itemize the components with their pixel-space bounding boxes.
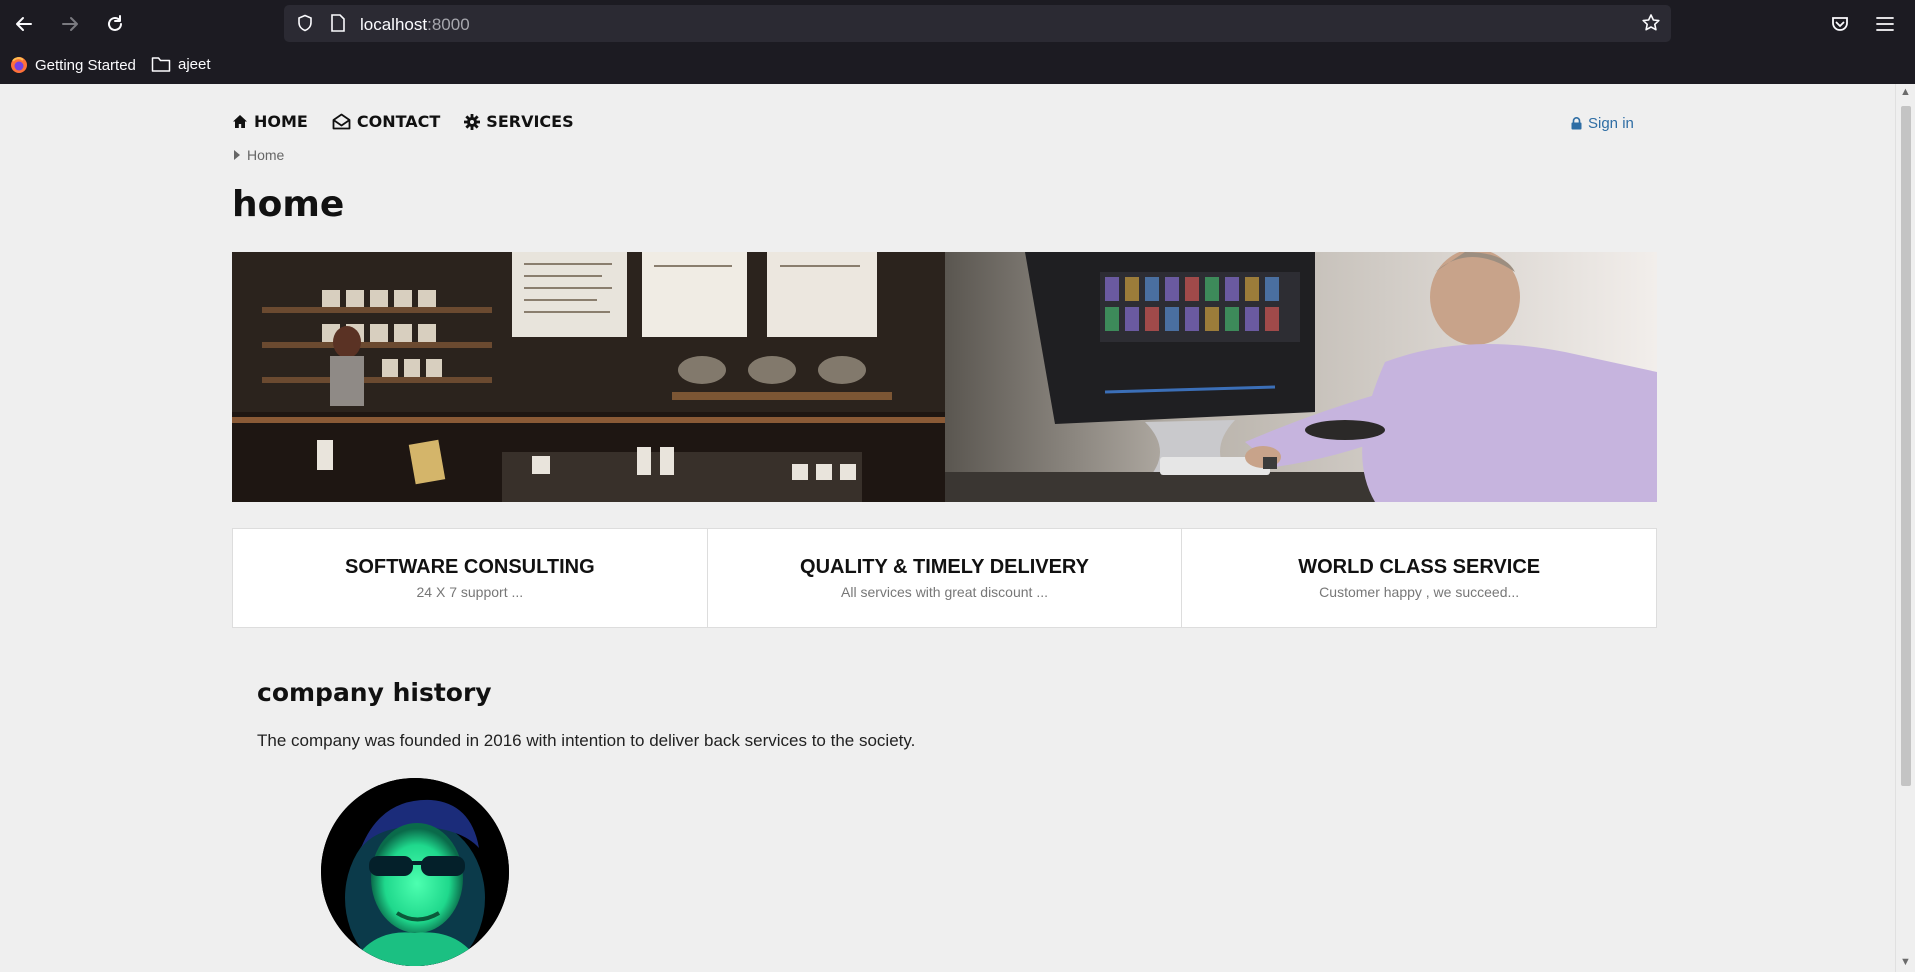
feature-title: SOFTWARE CONSULTING (345, 556, 595, 578)
feature-subtitle: Customer happy , we succeed... (1319, 584, 1520, 600)
page-viewport: HOME CONTACT SERVICES Sign in Home home … (0, 84, 1895, 972)
arrow-left-icon (16, 17, 32, 31)
feature-subtitle: All services with great discount ... (841, 584, 1048, 600)
star-icon[interactable] (1641, 13, 1661, 33)
scroll-thumb[interactable] (1901, 106, 1911, 786)
pocket-icon (1832, 17, 1848, 31)
back-button[interactable] (8, 8, 40, 40)
nav-label: HOME (254, 112, 308, 131)
bookmark-label: ajeet (178, 56, 211, 73)
firefox-icon (11, 57, 27, 73)
hamburger-icon (1876, 17, 1894, 31)
shield-icon[interactable] (296, 14, 314, 32)
url-host: localhost (360, 15, 428, 34)
nav-label: CONTACT (356, 112, 441, 131)
feature-subtitle: 24 X 7 support ... (416, 584, 524, 600)
avatar (321, 778, 509, 966)
arrow-right-icon (62, 17, 78, 31)
lock-icon (1571, 117, 1582, 130)
feature-title: QUALITY & TIMELY DELIVERY (800, 556, 1089, 578)
url-text[interactable]: localhost:8000 (360, 15, 470, 35)
features-strip: SOFTWARE CONSULTING 24 X 7 support ... Q… (232, 528, 1657, 628)
company-history-text: The company was founded in 2016 with int… (257, 731, 916, 750)
bookmark-folder-ajeet[interactable]: ajeet (151, 56, 211, 73)
page-title: home (232, 184, 345, 225)
feature-title: WORLD CLASS SERVICE (1298, 556, 1541, 578)
menu-button[interactable] (1869, 8, 1901, 40)
sign-in-link[interactable]: Sign in (1571, 115, 1634, 132)
hero-banner (232, 252, 1657, 502)
main-nav: HOME CONTACT SERVICES (232, 112, 574, 131)
envelope-open-icon (332, 113, 351, 130)
reload-button[interactable] (99, 8, 131, 40)
breadcrumb: Home (234, 147, 284, 163)
url-bar[interactable]: localhost:8000 (284, 5, 1671, 42)
folder-icon (151, 57, 171, 72)
nav-item-services[interactable]: SERVICES (464, 112, 574, 131)
reload-icon (108, 15, 122, 31)
sign-in-label: Sign in (1588, 115, 1634, 132)
nav-item-home[interactable]: HOME (232, 112, 308, 131)
feature-quality-delivery: QUALITY & TIMELY DELIVERY All services w… (708, 529, 1183, 627)
company-history-title: company history (257, 678, 492, 707)
page-scrollbar[interactable]: ▲ ▼ (1895, 84, 1915, 972)
nav-label: SERVICES (486, 112, 574, 131)
nav-item-contact[interactable]: CONTACT (332, 112, 440, 131)
url-port: :8000 (427, 15, 470, 34)
bookmarks-bar: Getting Started ajeet (0, 52, 1915, 80)
scroll-down-arrow-icon[interactable]: ▼ (1900, 956, 1911, 968)
feature-world-class-service: WORLD CLASS SERVICE Customer happy , we … (1182, 529, 1656, 627)
page-icon[interactable] (330, 14, 346, 32)
forward-button[interactable] (54, 8, 86, 40)
gear-icon (464, 113, 481, 130)
browser-chrome: localhost:8000 Getting Started ajeet (0, 0, 1915, 84)
bookmark-getting-started[interactable]: Getting Started (10, 56, 136, 74)
feature-software-consulting: SOFTWARE CONSULTING 24 X 7 support ... (233, 529, 708, 627)
bookmark-label: Getting Started (35, 56, 136, 74)
scroll-up-arrow-icon[interactable]: ▲ (1900, 86, 1911, 98)
pocket-button[interactable] (1824, 8, 1856, 40)
home-icon (233, 115, 247, 128)
caret-right-icon (234, 150, 240, 160)
browser-toolbar: localhost:8000 (0, 0, 1915, 47)
coffee-shop-image (232, 252, 945, 502)
breadcrumb-item-home[interactable]: Home (247, 147, 284, 163)
man-at-computer-image (945, 252, 1657, 502)
